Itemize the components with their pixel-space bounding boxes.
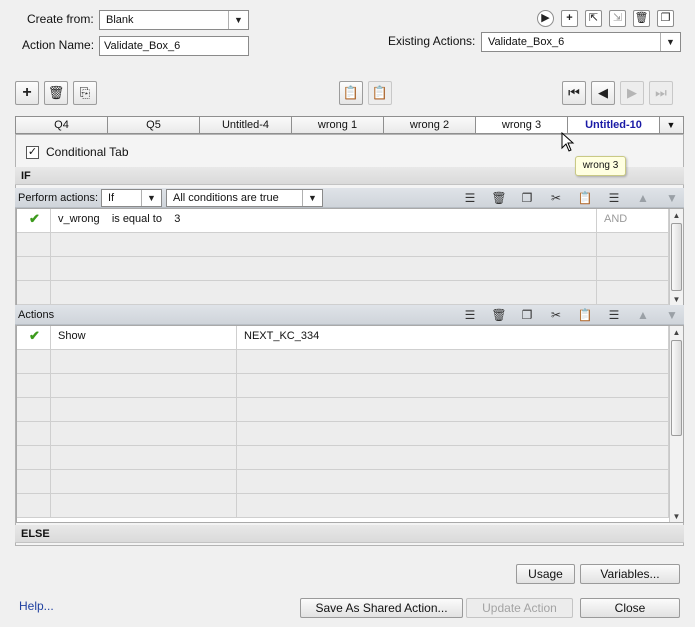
actions-label: Actions bbox=[18, 309, 55, 321]
existing-actions-value: Validate_Box_6 bbox=[488, 36, 565, 48]
paste-icon[interactable]: 📋 bbox=[576, 189, 594, 207]
existing-actions-label: Existing Actions: bbox=[388, 34, 476, 48]
create-from-label: Create from: bbox=[27, 12, 94, 26]
perform-actions-label: Perform actions: bbox=[18, 192, 99, 204]
table-row[interactable] bbox=[17, 374, 669, 398]
next-icon[interactable]: ▶ bbox=[620, 81, 644, 105]
insert-row-icon[interactable]: ☰ bbox=[461, 306, 479, 324]
condition-logic[interactable]: AND bbox=[597, 209, 669, 232]
paste-disabled-icon[interactable]: 📋 bbox=[368, 81, 392, 105]
paste-icon[interactable]: 📋 bbox=[339, 81, 363, 105]
save-as-shared-action-button[interactable]: Save As Shared Action... bbox=[300, 598, 463, 618]
table-row[interactable] bbox=[17, 398, 669, 422]
scroll-up-icon[interactable]: ▲ bbox=[670, 209, 683, 222]
table-row[interactable] bbox=[17, 494, 669, 518]
table-row[interactable] bbox=[17, 257, 669, 281]
scroll-up-icon[interactable]: ▲ bbox=[670, 326, 683, 339]
conditions-grid: ✔ v_wrong is equal to 3 AND ▲ ▼ bbox=[16, 208, 684, 306]
move-down-icon[interactable]: ▼ bbox=[663, 189, 681, 207]
help-link[interactable]: Help... bbox=[19, 599, 54, 613]
conditions-scrollbar[interactable]: ▲ ▼ bbox=[669, 209, 683, 305]
table-row[interactable]: ✔ Show NEXT_KC_334 bbox=[17, 326, 669, 350]
actions-grid: ✔ Show NEXT_KC_334 ▲ ▼ bbox=[16, 325, 684, 523]
play-icon[interactable]: ▶ bbox=[537, 10, 554, 27]
else-section-header[interactable]: ELSE bbox=[15, 525, 684, 543]
cut-icon[interactable]: ✂ bbox=[547, 306, 565, 324]
condition-variable: v_wrong bbox=[58, 213, 100, 225]
previous-icon[interactable]: ◀ bbox=[591, 81, 615, 105]
export-icon[interactable]: ⇲ bbox=[609, 10, 626, 27]
import-icon[interactable]: ⇱ bbox=[585, 10, 602, 27]
existing-actions-select[interactable]: Validate_Box_6 ▼ bbox=[481, 32, 681, 52]
perform-type-select[interactable]: If ▼ bbox=[101, 189, 162, 207]
trash-icon[interactable]: 🗑 bbox=[490, 189, 508, 207]
table-row[interactable]: ✔ v_wrong is equal to 3 AND bbox=[17, 209, 669, 233]
conditions-mode-value: All conditions are true bbox=[173, 192, 279, 204]
tab-q4[interactable]: Q4 bbox=[16, 117, 108, 133]
variables-button[interactable]: Variables... bbox=[580, 564, 680, 584]
row-status-check-icon: ✔ bbox=[17, 326, 51, 349]
copy-icon[interactable]: ⎘ bbox=[73, 81, 97, 105]
create-from-value: Blank bbox=[106, 14, 134, 26]
insert-row-icon[interactable]: ☰ bbox=[461, 189, 479, 207]
duplicate-icon[interactable]: ❐ bbox=[657, 10, 674, 27]
cut-icon[interactable]: ✂ bbox=[547, 189, 565, 207]
chevron-down-icon: ▼ bbox=[141, 190, 161, 206]
last-icon[interactable]: ⏭ bbox=[649, 81, 673, 105]
action-command[interactable]: Show bbox=[51, 326, 237, 349]
insert-after-icon[interactable]: ☰ bbox=[605, 189, 623, 207]
action-name-input[interactable]: Validate_Box_6 bbox=[99, 36, 249, 56]
copy-icon[interactable]: ❐ bbox=[518, 306, 536, 324]
condition-expression[interactable]: v_wrong is equal to 3 bbox=[51, 209, 597, 232]
action-name-label: Action Name: bbox=[22, 38, 95, 52]
row-status-check-icon: ✔ bbox=[17, 209, 51, 232]
scroll-thumb[interactable] bbox=[671, 223, 682, 291]
trash-icon[interactable]: 🗑 bbox=[44, 81, 68, 105]
add-icon[interactable]: + bbox=[561, 10, 578, 27]
action-target[interactable]: NEXT_KC_334 bbox=[237, 326, 669, 349]
table-row[interactable] bbox=[17, 446, 669, 470]
close-button[interactable]: Close bbox=[580, 598, 680, 618]
table-row[interactable] bbox=[17, 350, 669, 374]
chevron-down-icon: ▼ bbox=[302, 190, 322, 206]
mouse-cursor-icon bbox=[561, 132, 575, 152]
first-icon[interactable]: ⏮ bbox=[562, 81, 586, 105]
move-up-icon[interactable]: ▲ bbox=[634, 306, 652, 324]
tab-wrong-1[interactable]: wrong 1 bbox=[292, 117, 384, 133]
chevron-down-icon: ▼ bbox=[228, 11, 248, 29]
scroll-down-icon[interactable]: ▼ bbox=[670, 510, 683, 522]
update-action-button[interactable]: Update Action bbox=[466, 598, 573, 618]
usage-button[interactable]: Usage bbox=[516, 564, 575, 584]
tab-wrong-3[interactable]: wrong 3 bbox=[476, 117, 568, 133]
tab-tooltip: wrong 3 bbox=[575, 156, 626, 176]
tab-q5[interactable]: Q5 bbox=[108, 117, 200, 133]
tab-untitled-4[interactable]: Untitled-4 bbox=[200, 117, 292, 133]
condition-value: 3 bbox=[174, 213, 181, 225]
conditional-tab-checkbox[interactable]: ✓ bbox=[26, 146, 39, 159]
scroll-thumb[interactable] bbox=[671, 340, 682, 436]
trash-icon[interactable]: 🗑 bbox=[490, 306, 508, 324]
create-from-select[interactable]: Blank ▼ bbox=[99, 10, 249, 30]
table-row[interactable] bbox=[17, 470, 669, 494]
add-icon[interactable]: + bbox=[15, 81, 39, 105]
conditions-mode-select[interactable]: All conditions are true ▼ bbox=[166, 189, 323, 207]
action-tabs: Q4 Q5 Untitled-4 wrong 1 wrong 2 wrong 3… bbox=[15, 116, 684, 134]
delete-icon[interactable]: 🗑 bbox=[633, 10, 650, 27]
perform-type-value: If bbox=[108, 192, 115, 204]
table-row[interactable] bbox=[17, 281, 669, 305]
table-row[interactable] bbox=[17, 422, 669, 446]
move-down-icon[interactable]: ▼ bbox=[663, 306, 681, 324]
move-up-icon[interactable]: ▲ bbox=[634, 189, 652, 207]
paste-icon[interactable]: 📋 bbox=[576, 306, 594, 324]
chevron-down-icon: ▼ bbox=[660, 33, 680, 51]
tab-wrong-2[interactable]: wrong 2 bbox=[384, 117, 476, 133]
actions-scrollbar[interactable]: ▲ ▼ bbox=[669, 326, 683, 522]
insert-after-icon[interactable]: ☰ bbox=[605, 306, 623, 324]
tab-untitled-10[interactable]: Untitled-10 bbox=[568, 117, 660, 133]
copy-icon[interactable]: ❐ bbox=[518, 189, 536, 207]
condition-operator: is equal to bbox=[111, 213, 162, 225]
tab-menu-chevron-icon[interactable]: ▼ bbox=[660, 117, 682, 133]
conditional-tab-label: Conditional Tab bbox=[46, 145, 129, 159]
table-row[interactable] bbox=[17, 233, 669, 257]
